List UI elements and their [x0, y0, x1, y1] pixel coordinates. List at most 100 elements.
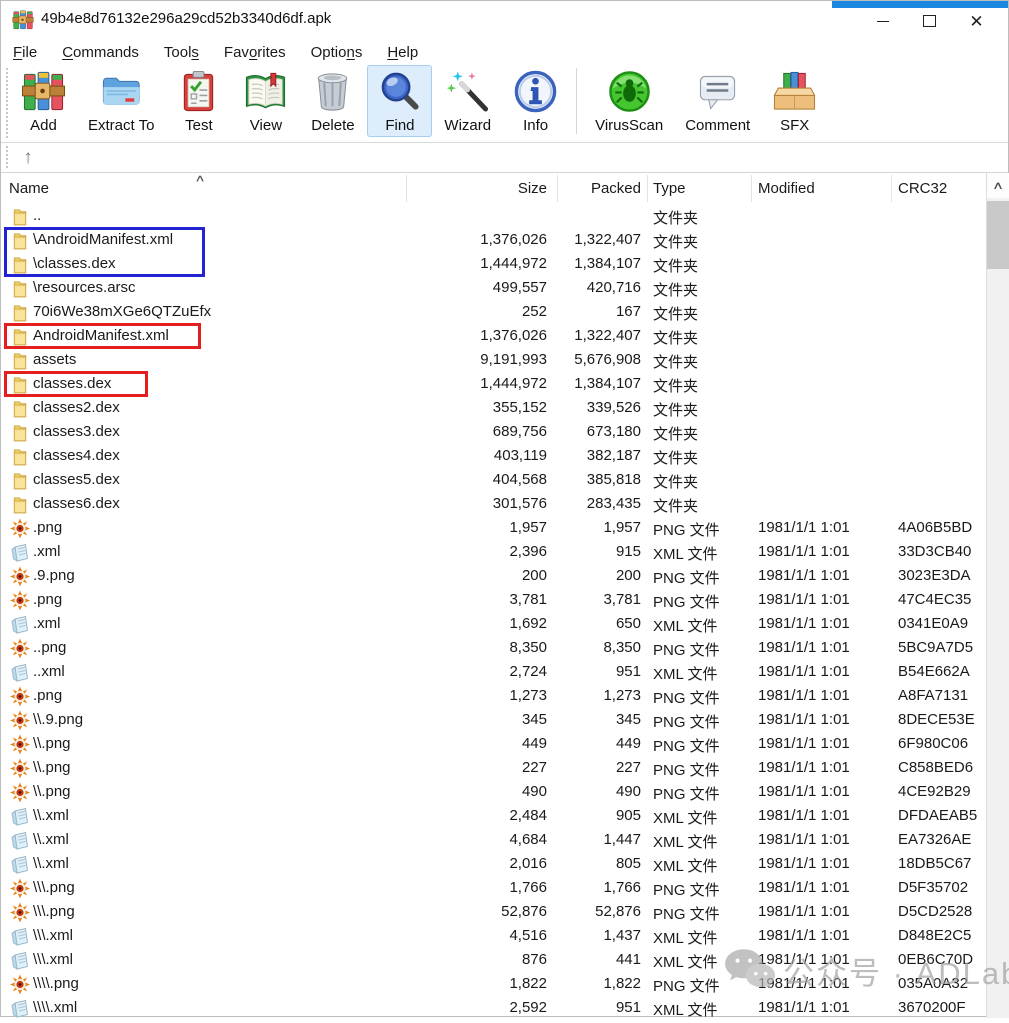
file-name-cell: classes2.dex [33, 399, 120, 416]
column-divider[interactable] [557, 175, 558, 202]
table-row[interactable]: ..png8,3508,350PNG 文件1981/1/1 1:015BC9A7… [1, 636, 985, 660]
table-row[interactable]: classes.dex1,444,9721,384,107文件夹 [1, 372, 985, 396]
toolbar-info-button[interactable]: Info [503, 65, 568, 137]
toolbar-virusscan-button[interactable]: VirusScan [585, 65, 673, 137]
table-row[interactable]: .xml2,396915XML 文件1981/1/1 1:0133D3CB40 [1, 540, 985, 564]
table-row[interactable]: .png3,7813,781PNG 文件1981/1/1 1:0147C4EC3… [1, 588, 985, 612]
folder-icon [10, 278, 30, 299]
folder-icon [10, 302, 30, 323]
image-file-icon [10, 566, 30, 587]
column-header-packed[interactable]: Packed [557, 180, 668, 197]
table-row[interactable]: \\\\.xml2,592951XML 文件1981/1/1 1:0136702… [1, 996, 985, 1020]
table-row[interactable]: \\.xml4,6841,447XML 文件1981/1/1 1:01EA732… [1, 828, 985, 852]
table-row[interactable]: \AndroidManifest.xml1,376,0261,322,407文件… [1, 228, 985, 252]
xml-file-icon [10, 950, 30, 971]
toolbar-comment-button[interactable]: Comment [675, 65, 760, 137]
menu-file[interactable]: File [3, 42, 47, 63]
table-row[interactable]: AndroidManifest.xml1,376,0261,322,407文件夹 [1, 324, 985, 348]
packed-cell: 420,716 [557, 279, 641, 296]
table-row[interactable]: assets9,191,9935,676,908文件夹 [1, 348, 985, 372]
table-row[interactable]: classes4.dex403,119382,187文件夹 [1, 444, 985, 468]
file-name-cell: \\.png [33, 783, 71, 800]
table-row[interactable]: \\.xml2,484905XML 文件1981/1/1 1:01DFDAEAB… [1, 804, 985, 828]
close-button[interactable]: ✕ [953, 7, 1000, 35]
menu-help[interactable]: Help [377, 42, 428, 63]
menu-favorites[interactable]: Favorites [214, 42, 296, 63]
table-row[interactable]: \classes.dex1,444,9721,384,107文件夹 [1, 252, 985, 276]
table-row[interactable]: \\.xml2,016805XML 文件1981/1/1 1:0118DB5C6… [1, 852, 985, 876]
column-divider[interactable] [751, 175, 752, 202]
menu-tools[interactable]: Tools [154, 42, 209, 63]
column-divider[interactable] [647, 175, 648, 202]
table-row[interactable]: ..文件夹 [1, 204, 985, 228]
file-name-cell: \resources.arsc [33, 279, 136, 296]
toolbar-find-button[interactable]: Find [367, 65, 432, 137]
modified-cell: 1981/1/1 1:01 [758, 735, 888, 752]
folder-icon [10, 326, 30, 347]
size-cell: 1,444,972 [414, 255, 547, 272]
table-row[interactable]: \\.png449449PNG 文件1981/1/1 1:016F980C06 [1, 732, 985, 756]
file-name-cell: \\\.xml [33, 951, 73, 968]
table-row[interactable]: classes5.dex404,568385,818文件夹 [1, 468, 985, 492]
type-cell: 文件夹 [653, 447, 748, 468]
toolbar-extract-to-button[interactable]: Extract To [78, 65, 164, 137]
table-row[interactable]: \\.9.png345345PNG 文件1981/1/1 1:018DECE53… [1, 708, 985, 732]
file-name-cell: ..png [33, 639, 66, 656]
toolbar-view-button[interactable]: View [233, 65, 298, 137]
window-controls: ✕ [859, 7, 1000, 35]
xml-file-icon [10, 830, 30, 851]
minimize-button[interactable] [859, 7, 906, 35]
table-row[interactable]: classes3.dex689,756673,180文件夹 [1, 420, 985, 444]
image-file-icon [10, 782, 30, 803]
size-cell: 4,516 [414, 927, 547, 944]
table-row[interactable]: classes6.dex301,576283,435文件夹 [1, 492, 985, 516]
file-name-cell: assets [33, 351, 76, 368]
column-divider[interactable] [406, 175, 407, 202]
table-row[interactable]: ..xml2,724951XML 文件1981/1/1 1:01B54E662A [1, 660, 985, 684]
up-directory-button[interactable]: ↑ [13, 145, 43, 169]
column-header-crc32[interactable]: CRC32 [898, 180, 983, 197]
navigation-row: ↑ [1, 143, 1008, 172]
table-row[interactable]: classes2.dex355,152339,526文件夹 [1, 396, 985, 420]
toolbar-sfx-button[interactable]: SFX [762, 65, 827, 137]
toolbar-test-button[interactable]: Test [166, 65, 231, 137]
toolbar-delete-button[interactable]: Delete [300, 65, 365, 137]
column-divider[interactable] [891, 175, 892, 202]
menu-commands[interactable]: Commands [52, 42, 149, 63]
table-row[interactable]: \\.png227227PNG 文件1981/1/1 1:01C858BED6 [1, 756, 985, 780]
sort-ascending-icon[interactable]: ∧ [194, 173, 205, 185]
toolbar-add-button[interactable]: Add [11, 65, 76, 137]
folder-icon [10, 470, 30, 491]
file-name-cell: \\\.xml [33, 927, 73, 944]
table-row[interactable]: \resources.arsc499,557420,716文件夹 [1, 276, 985, 300]
table-row[interactable]: 70i6We38mXGe6QTZuEfx252167文件夹 [1, 300, 985, 324]
menu-options[interactable]: Options [301, 42, 373, 63]
type-cell: XML 文件 [653, 807, 748, 828]
column-header-type[interactable]: Type [653, 180, 748, 197]
vertical-scrollbar[interactable]: ∧ [986, 173, 1009, 1018]
column-header-name[interactable]: Name [9, 180, 49, 197]
toolbar-button-label: Find [385, 117, 414, 134]
toolbar-wizard-button[interactable]: Wizard [434, 65, 501, 137]
scrollbar-thumb[interactable] [987, 201, 1009, 269]
file-name-cell: \AndroidManifest.xml [33, 231, 173, 248]
toolbar-gripper[interactable] [6, 68, 8, 138]
xml-file-icon [10, 854, 30, 875]
maximize-button[interactable] [906, 7, 953, 35]
table-row[interactable]: .png1,9571,957PNG 文件1981/1/1 1:014A06B5B… [1, 516, 985, 540]
table-row[interactable]: \\\.xml4,5161,437XML 文件1981/1/1 1:01D848… [1, 924, 985, 948]
table-row[interactable]: \\\.xml876441XML 文件1981/1/1 1:010EB6C70D [1, 948, 985, 972]
file-name-cell: classes3.dex [33, 423, 120, 440]
packed-cell: 8,350 [557, 639, 641, 656]
packed-cell: 1,822 [557, 975, 641, 992]
table-row[interactable]: \\\.png1,7661,766PNG 文件1981/1/1 1:01D5F3… [1, 876, 985, 900]
table-row[interactable]: .png1,2731,273PNG 文件1981/1/1 1:01A8FA713… [1, 684, 985, 708]
table-row[interactable]: \\\.png52,87652,876PNG 文件1981/1/1 1:01D5… [1, 900, 985, 924]
column-header-modified[interactable]: Modified [758, 180, 888, 197]
table-row[interactable]: .xml1,692650XML 文件1981/1/1 1:010341E0A9 [1, 612, 985, 636]
table-row[interactable]: .9.png200200PNG 文件1981/1/1 1:013023E3DA [1, 564, 985, 588]
column-header-size[interactable]: Size [414, 180, 570, 197]
scrollbar-up-button[interactable]: ∧ [987, 173, 1009, 198]
table-row[interactable]: \\\\.png1,8221,822PNG 文件1981/1/1 1:01035… [1, 972, 985, 996]
table-row[interactable]: \\.png490490PNG 文件1981/1/1 1:014CE92B29 [1, 780, 985, 804]
